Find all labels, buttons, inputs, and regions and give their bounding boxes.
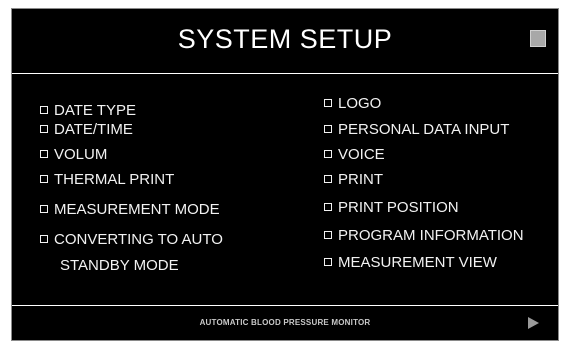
checkbox-icon[interactable] [40,150,48,158]
square-icon[interactable] [530,30,546,47]
checkbox-icon[interactable] [324,231,332,239]
option-print-position[interactable]: PRINT POSITION [324,199,459,216]
option-label: PRINT [338,171,383,188]
option-date-type[interactable]: DATE TYPE [40,102,136,119]
option-thermal-print[interactable]: THERMAL PRINT [40,171,174,188]
footer: AUTOMATIC BLOOD PRESSURE MONITOR [12,306,558,340]
option-logo[interactable]: LOGO [324,95,381,112]
checkbox-icon[interactable] [40,235,48,243]
option-measurement-view[interactable]: MEASUREMENT VIEW [324,254,497,271]
checkbox-icon[interactable] [40,175,48,183]
checkbox-icon[interactable] [40,125,48,133]
checkbox-icon[interactable] [324,150,332,158]
checkbox-icon[interactable] [324,175,332,183]
option-print[interactable]: PRINT [324,171,383,188]
checkbox-icon[interactable] [324,99,332,107]
checkbox-icon[interactable] [324,258,332,266]
option-label: VOICE [338,146,385,163]
device-screen: SYSTEM SETUP DATE TYPE DATE/TIME VOLUM T… [11,8,559,341]
option-label: PERSONAL DATA INPUT [338,121,510,138]
option-label: PRINT POSITION [338,199,459,216]
option-label: CONVERTING TO AUTO [54,231,223,248]
play-arrow-icon[interactable] [528,317,539,329]
checkbox-icon[interactable] [324,125,332,133]
option-date-time[interactable]: DATE/TIME [40,121,133,138]
option-label: PROGRAM INFORMATION [338,227,524,244]
checkbox-icon[interactable] [324,203,332,211]
header: SYSTEM SETUP [12,9,558,73]
option-label: LOGO [338,95,382,112]
option-converting-to-auto[interactable]: CONVERTING TO AUTO [40,231,223,248]
page-title: SYSTEM SETUP [177,24,393,54]
option-program-information[interactable]: PROGRAM INFORMATION [324,227,524,244]
checkbox-icon[interactable] [40,106,48,114]
option-label: VOLUM [54,146,108,163]
device-name-label: AUTOMATIC BLOOD PRESSURE MONITOR [199,318,371,327]
option-label-continuation: STANDBY MODE [60,257,179,274]
option-label: MEASUREMENT MODE [54,201,220,218]
options-panel: DATE TYPE DATE/TIME VOLUM THERMAL PRINT … [12,74,558,304]
option-voice[interactable]: VOICE [324,146,385,163]
option-volum[interactable]: VOLUM [40,146,107,163]
checkbox-icon[interactable] [40,205,48,213]
option-label: DATE/TIME [54,121,133,138]
option-label: THERMAL PRINT [54,171,175,188]
option-label: DATE TYPE [54,102,136,119]
option-measurement-mode[interactable]: MEASUREMENT MODE [40,201,220,218]
option-label: MEASUREMENT VIEW [338,254,497,271]
option-personal-data-input[interactable]: PERSONAL DATA INPUT [324,121,509,138]
